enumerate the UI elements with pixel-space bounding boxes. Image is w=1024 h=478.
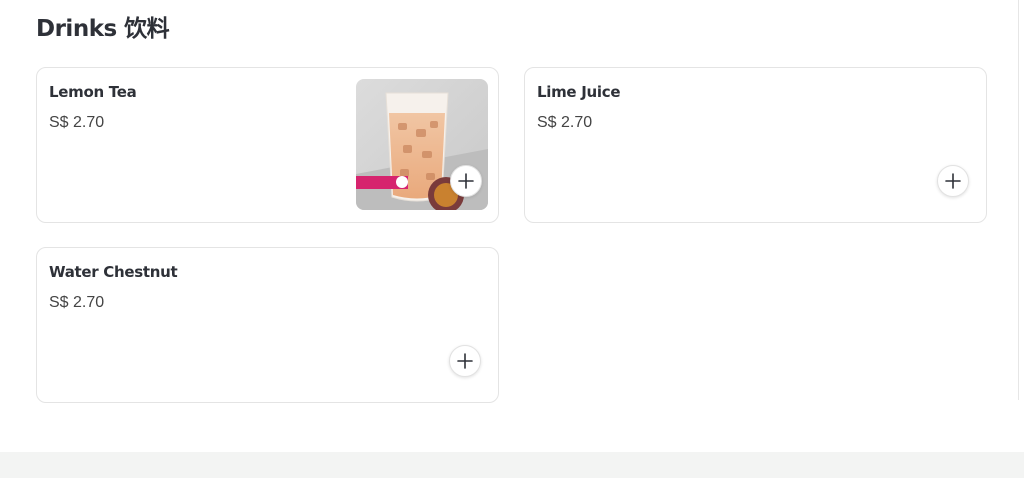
item-price: S$ 2.70 — [49, 294, 105, 311]
item-name: Lemon Tea — [49, 83, 137, 101]
footer-bar — [0, 452, 1024, 478]
add-to-cart-button[interactable] — [937, 165, 969, 197]
item-price: S$ 2.70 — [537, 114, 593, 131]
scrollbar[interactable] — [1018, 0, 1024, 400]
plus-icon — [457, 353, 473, 369]
add-to-cart-button[interactable] — [449, 345, 481, 377]
plus-icon — [945, 173, 961, 189]
menu-item-card[interactable]: Lemon Tea S$ 2.70 — [36, 67, 499, 223]
add-to-cart-button[interactable] — [450, 165, 482, 197]
item-price: S$ 2.70 — [49, 114, 105, 131]
section-title: Drinks 饮料 — [36, 16, 170, 42]
plus-icon — [458, 173, 474, 189]
item-photo[interactable] — [356, 79, 488, 210]
menu-item-card[interactable]: Water Chestnut S$ 2.70 — [36, 247, 499, 403]
item-name: Water Chestnut — [49, 263, 178, 281]
menu-item-card[interactable]: Lime Juice S$ 2.70 — [524, 67, 987, 223]
item-name: Lime Juice — [537, 83, 621, 101]
